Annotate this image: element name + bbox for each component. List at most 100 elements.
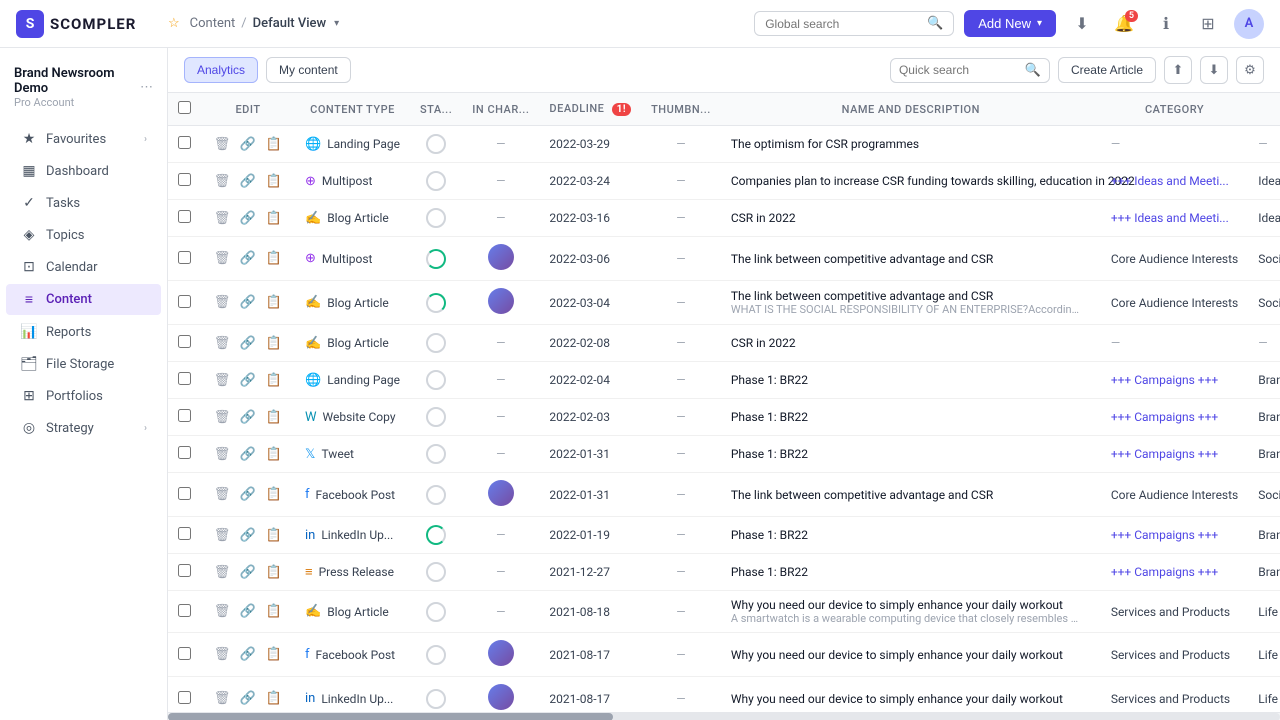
avatar[interactable]: A xyxy=(1234,9,1264,39)
grid-icon[interactable]: ⊞ xyxy=(1192,8,1224,40)
delete-icon[interactable]: 🗑 xyxy=(211,443,233,465)
row-checkbox[interactable] xyxy=(178,647,191,660)
info-icon[interactable]: ℹ xyxy=(1150,8,1182,40)
row-status-cell[interactable] xyxy=(410,517,462,554)
row-status-cell[interactable] xyxy=(410,325,462,362)
analytics-button[interactable]: Analytics xyxy=(184,57,258,83)
copy-icon[interactable]: 📋 xyxy=(263,406,285,428)
delete-icon[interactable]: 🗑 xyxy=(211,601,233,623)
link-icon[interactable]: 🔗 xyxy=(237,443,259,465)
content-type-label[interactable]: Blog Article xyxy=(327,336,389,350)
row-checkbox[interactable] xyxy=(178,335,191,348)
row-status-cell[interactable] xyxy=(410,591,462,633)
scroll-thumb[interactable] xyxy=(168,713,613,720)
link-icon[interactable]: 🔗 xyxy=(237,170,259,192)
link-icon[interactable]: 🔗 xyxy=(237,292,259,314)
row-status-cell[interactable] xyxy=(410,633,462,677)
import-icon[interactable]: ⬇ xyxy=(1200,56,1228,84)
row-status-cell[interactable] xyxy=(410,362,462,399)
content-name[interactable]: Phase 1: BR22 xyxy=(731,410,1091,424)
delete-icon[interactable]: 🗑 xyxy=(211,688,233,710)
delete-icon[interactable]: 🗑 xyxy=(211,561,233,583)
sidebar-item-dashboard[interactable]: ▦ Dashboard xyxy=(6,156,161,186)
content-name[interactable]: Phase 1: BR22 xyxy=(731,565,1091,579)
row-status-cell[interactable] xyxy=(410,473,462,517)
link-icon[interactable]: 🔗 xyxy=(237,207,259,229)
sidebar-item-strategy[interactable]: ◎ Strategy › xyxy=(6,413,161,443)
copy-icon[interactable]: 📋 xyxy=(263,369,285,391)
content-type-label[interactable]: LinkedIn Up... xyxy=(321,692,393,706)
link-icon[interactable]: 🔗 xyxy=(237,524,259,546)
quick-search[interactable]: 🔍 xyxy=(890,58,1050,83)
link-icon[interactable]: 🔗 xyxy=(237,561,259,583)
notification-icon[interactable]: 🔔 5 xyxy=(1108,8,1140,40)
delete-icon[interactable]: 🗑 xyxy=(211,292,233,314)
breadcrumb-section[interactable]: Content xyxy=(190,16,236,31)
row-checkbox[interactable] xyxy=(178,691,191,704)
sidebar-item-reports[interactable]: 📊 Reports xyxy=(6,317,161,347)
content-type-label[interactable]: LinkedIn Up... xyxy=(321,528,393,542)
content-type-label[interactable]: Blog Article xyxy=(327,605,389,619)
content-name[interactable]: CSR in 2022 xyxy=(731,336,1091,350)
content-type-label[interactable]: Facebook Post xyxy=(316,488,396,502)
star-icon[interactable]: ☆ xyxy=(168,16,180,31)
link-icon[interactable]: 🔗 xyxy=(237,484,259,506)
delete-icon[interactable]: 🗑 xyxy=(211,406,233,428)
copy-icon[interactable]: 📋 xyxy=(263,688,285,710)
content-type-label[interactable]: Facebook Post xyxy=(316,648,396,662)
quick-search-input[interactable] xyxy=(899,63,1021,77)
row-status-cell[interactable] xyxy=(410,126,462,163)
select-all-checkbox[interactable] xyxy=(178,101,191,114)
content-type-label[interactable]: Landing Page xyxy=(327,373,400,387)
delete-icon[interactable]: 🗑 xyxy=(211,369,233,391)
link-icon[interactable]: 🔗 xyxy=(237,332,259,354)
row-checkbox[interactable] xyxy=(178,210,191,223)
row-checkbox[interactable] xyxy=(178,527,191,540)
delete-icon[interactable]: 🗑 xyxy=(211,484,233,506)
row-checkbox[interactable] xyxy=(178,372,191,385)
row-checkbox[interactable] xyxy=(178,295,191,308)
global-search-input[interactable] xyxy=(765,17,921,31)
breadcrumb-view[interactable]: Default View xyxy=(253,16,326,31)
content-name[interactable]: The optimism for CSR programmes xyxy=(731,137,1091,151)
content-type-label[interactable]: Blog Article xyxy=(327,211,389,225)
content-type-label[interactable]: Blog Article xyxy=(327,296,389,310)
settings-icon[interactable]: ⚙ xyxy=(1236,56,1264,84)
link-icon[interactable]: 🔗 xyxy=(237,688,259,710)
row-status-cell[interactable] xyxy=(410,436,462,473)
copy-icon[interactable]: 📋 xyxy=(263,644,285,666)
copy-icon[interactable]: 📋 xyxy=(263,484,285,506)
row-status-cell[interactable] xyxy=(410,554,462,591)
row-checkbox[interactable] xyxy=(178,136,191,149)
content-name[interactable]: The link between competitive advantage a… xyxy=(731,252,1091,266)
row-status-cell[interactable] xyxy=(410,237,462,281)
download-icon[interactable]: ⬇ xyxy=(1066,8,1098,40)
delete-icon[interactable]: 🗑 xyxy=(211,207,233,229)
content-type-label[interactable]: Tweet xyxy=(321,447,354,461)
sidebar-item-portfolios[interactable]: ⊞ Portfolios xyxy=(6,381,161,411)
content-name[interactable]: Why you need our device to simply enhanc… xyxy=(731,692,1091,706)
content-type-label[interactable]: Website Copy xyxy=(323,410,396,424)
delete-icon[interactable]: 🗑 xyxy=(211,524,233,546)
brand-menu-icon[interactable]: ⋯ xyxy=(140,80,153,95)
my-content-button[interactable]: My content xyxy=(266,57,351,83)
content-name[interactable]: Phase 1: BR22 xyxy=(731,373,1091,387)
copy-icon[interactable]: 📋 xyxy=(263,170,285,192)
row-checkbox[interactable] xyxy=(178,604,191,617)
sidebar-item-content[interactable]: ≡ Content xyxy=(6,284,161,315)
row-status-cell[interactable] xyxy=(410,200,462,237)
copy-icon[interactable]: 📋 xyxy=(263,601,285,623)
add-new-button[interactable]: Add New ▾ xyxy=(964,10,1056,37)
delete-icon[interactable]: 🗑 xyxy=(211,170,233,192)
delete-icon[interactable]: 🗑 xyxy=(211,248,233,270)
copy-icon[interactable]: 📋 xyxy=(263,207,285,229)
link-icon[interactable]: 🔗 xyxy=(237,248,259,270)
content-type-label[interactable]: Landing Page xyxy=(327,137,400,151)
copy-icon[interactable]: 📋 xyxy=(263,561,285,583)
content-name[interactable]: The link between competitive advantage a… xyxy=(731,488,1091,502)
row-status-cell[interactable] xyxy=(410,281,462,325)
content-name[interactable]: CSR in 2022 xyxy=(731,211,1091,225)
link-icon[interactable]: 🔗 xyxy=(237,644,259,666)
row-checkbox[interactable] xyxy=(178,409,191,422)
content-name[interactable]: Companies plan to increase CSR funding t… xyxy=(731,174,1091,188)
